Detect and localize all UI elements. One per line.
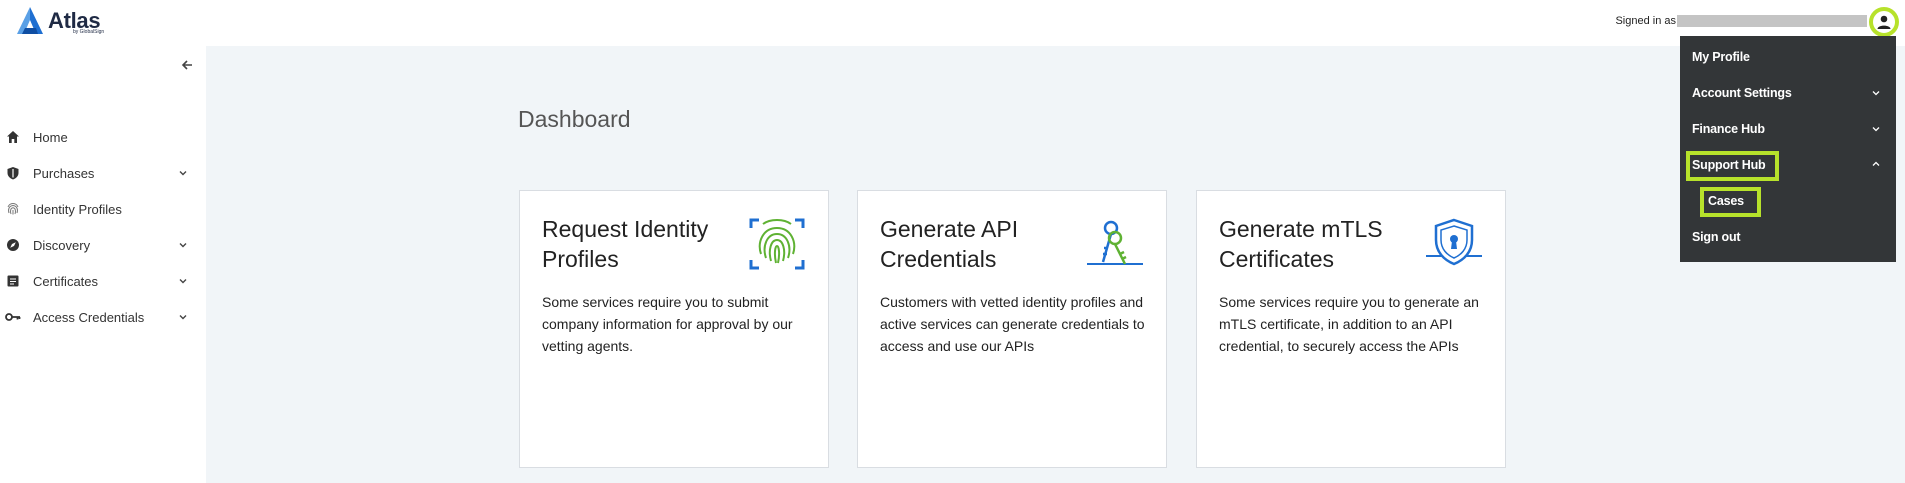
sidebar: Home Purchases Identity Profiles Discove…	[0, 46, 205, 483]
sidebar-item-label: Purchases	[33, 165, 95, 181]
card-title: Request Identity Profiles	[542, 216, 709, 272]
atlas-logo[interactable]: Atlas by GlobalSign	[17, 7, 104, 37]
chevron-down-icon	[1872, 91, 1880, 96]
shield-lock-icon	[1426, 218, 1482, 266]
sidebar-item-identity-profiles[interactable]: Identity Profiles	[0, 194, 205, 224]
menu-item-my-profile[interactable]: My Profile	[1692, 50, 1750, 64]
page-title: Dashboard	[518, 106, 631, 132]
user-menu-dropdown: My Profile Account Settings Finance Hub …	[1680, 36, 1896, 262]
card-title: Generate API Credentials	[880, 216, 1019, 272]
signed-in-info: Signed in as	[1615, 15, 1867, 27]
sidebar-item-label: Access Credentials	[33, 309, 145, 325]
chevron-down-icon	[1872, 127, 1880, 132]
key-icon	[5, 309, 21, 325]
atlas-logo-icon	[17, 7, 43, 34]
card-title: Generate mTLS Certificates	[1219, 216, 1383, 272]
home-icon	[5, 129, 21, 145]
card-description: Some services require you to submit comp…	[542, 294, 793, 354]
main-content: Dashboard Request Identity Profiles Some…	[206, 46, 1905, 483]
chevron-down-icon	[176, 274, 190, 288]
card-description: Some services require you to generate an…	[1219, 294, 1479, 354]
sidebar-item-purchases[interactable]: Purchases	[0, 158, 205, 188]
card-description: Customers with vetted identity profiles …	[880, 294, 1145, 354]
menu-item-support-hub[interactable]: Support Hub	[1692, 158, 1766, 172]
menu-item-label: Cases	[1708, 194, 1744, 208]
sidebar-item-label: Identity Profiles	[33, 201, 122, 217]
sidebar-item-access-credentials[interactable]: Access Credentials	[0, 302, 205, 332]
chevron-down-icon	[176, 166, 190, 180]
sidebar-item-certificates[interactable]: Certificates	[0, 266, 205, 296]
collapse-sidebar-button[interactable]	[178, 56, 196, 74]
fingerprint-icon	[5, 201, 21, 217]
fingerprint-icon	[749, 218, 805, 270]
compass-icon	[5, 237, 21, 253]
card-request-identity-profiles[interactable]: Request Identity Profiles Some services …	[519, 190, 829, 468]
chevron-down-icon	[176, 310, 190, 324]
sidebar-item-discovery[interactable]: Discovery	[0, 230, 205, 260]
sidebar-item-label: Certificates	[33, 273, 99, 289]
menu-item-account-settings[interactable]: Account Settings	[1692, 86, 1792, 100]
keys-icon	[1087, 220, 1143, 265]
sidebar-item-home[interactable]: Home	[0, 122, 205, 152]
chevron-down-icon	[176, 238, 190, 252]
menu-item-sign-out[interactable]: Sign out	[1692, 230, 1741, 244]
signed-in-label: Signed in as	[1615, 15, 1676, 27]
redacted-username	[1677, 15, 1867, 27]
menu-item-label: My Profile	[1692, 50, 1750, 64]
certificate-icon	[5, 273, 21, 289]
menu-item-finance-hub[interactable]: Finance Hub	[1692, 122, 1765, 136]
shield-icon	[5, 165, 21, 181]
arrow-left-icon	[181, 60, 192, 70]
top-bar: Atlas by GlobalSign Signed in as	[0, 0, 1905, 46]
menu-item-label: Support Hub	[1692, 158, 1766, 172]
user-avatar-button[interactable]	[1869, 7, 1899, 37]
chevron-up-icon	[1872, 161, 1880, 166]
menu-item-label: Finance Hub	[1692, 122, 1765, 136]
menu-item-cases[interactable]: Cases	[1708, 194, 1744, 208]
logo-subtext: by GlobalSign	[73, 29, 105, 35]
card-generate-mtls-certificates[interactable]: Generate mTLS Certificates Some services…	[1196, 190, 1506, 468]
user-icon	[1877, 15, 1891, 29]
menu-item-label: Account Settings	[1692, 86, 1792, 100]
card-generate-api-credentials[interactable]: Generate API Credentials Customers with …	[857, 190, 1167, 468]
sidebar-item-label: Home	[33, 129, 68, 145]
menu-item-label: Sign out	[1692, 230, 1741, 244]
sidebar-item-label: Discovery	[33, 237, 91, 253]
